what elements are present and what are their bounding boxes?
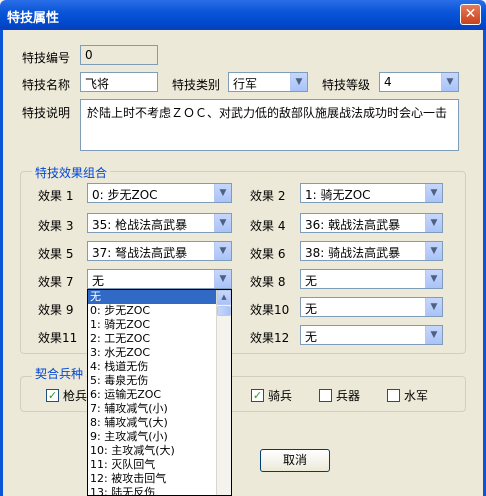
dropdown-scrollbar[interactable]: ▲ [216,290,231,495]
chevron-down-icon[interactable]: ▼ [425,214,442,232]
troops-group-title: 契合兵种 [32,365,87,382]
troop-checkbox-siege[interactable]: 兵器 [319,387,360,404]
chevron-down-icon[interactable]: ▼ [214,214,231,232]
effect-value: 无 [305,274,318,288]
dropdown-option[interactable]: 10: 主攻减气(大) [88,444,216,458]
name-field[interactable]: 飞将 [80,72,158,92]
id-field[interactable]: 0 [80,45,158,65]
effect-3-select[interactable]: 35: 枪战法高武暴 ▼ [87,213,232,233]
cancel-button[interactable]: 取消 [260,449,330,472]
effect-label: 效果10 [250,303,290,317]
effect-2-select[interactable]: 1: 骑无ZOC ▼ [300,183,443,203]
effect-label: 效果 1 [38,189,74,203]
effect-value: 37: 弩战法高武暴 [92,246,188,260]
effect-5-select[interactable]: 37: 弩战法高武暴 ▼ [87,241,232,261]
type-value: 行军 [233,77,258,91]
type-select[interactable]: 行军 ▼ [228,72,308,92]
effect-label: 效果12 [250,331,290,345]
dropdown-option[interactable]: 3: 水无ZOC [88,346,216,360]
effect-value: 无 [305,302,318,316]
effect-value: 1: 骑无ZOC [305,188,371,202]
effect-7-select[interactable]: 无 ▼ [87,269,232,289]
checkbox-icon[interactable] [387,389,400,402]
effect-label: 效果 4 [250,219,286,233]
dropdown-option[interactable]: 9: 主攻减气(小) [88,430,216,444]
close-button[interactable]: ✕ [460,4,481,25]
effect-6-select[interactable]: 38: 骑战法高武暴 ▼ [300,241,443,261]
dropdown-option[interactable]: 0: 步无ZOC [88,304,216,318]
checkbox-icon[interactable] [319,389,332,402]
effect-value: 无 [92,274,105,288]
effects-group-title: 特技效果组合 [32,164,111,181]
troop-checkbox-spear[interactable]: ✓ 枪兵 [46,387,87,404]
chevron-down-icon[interactable]: ▼ [214,270,231,288]
dropdown-options: 无 0: 步无ZOC 1: 骑无ZOC 2: 工无ZOC 3: 水无ZOC 4: 栈道无伤… [88,290,231,495]
level-select[interactable]: 4 ▼ [379,72,459,92]
scroll-up-icon[interactable]: ▲ [217,290,231,305]
effect-label: 效果 2 [250,189,286,203]
dropdown-option[interactable]: 7: 辅攻减气(小) [88,402,216,416]
effect-8-select[interactable]: 无 ▼ [300,269,443,289]
dropdown-option[interactable]: 12: 被攻击回气 [88,472,216,486]
dropdown-option[interactable]: 4: 栈道无伤 [88,360,216,374]
type-label: 特技类别 [172,78,221,92]
effect-12-select[interactable]: 无 ▼ [300,325,443,345]
chevron-down-icon[interactable]: ▼ [425,242,442,260]
effect-10-select[interactable]: 无 ▼ [300,297,443,317]
name-label: 特技名称 [22,78,71,92]
effect-1-select[interactable]: 0: 步无ZOC ▼ [87,183,232,203]
troop-label: 骑兵 [268,389,293,403]
troop-label: 枪兵 [63,389,88,403]
title-bar: 特技属性 ✕ [0,0,486,30]
checkbox-icon[interactable]: ✓ [46,389,59,402]
window-title: 特技属性 [7,11,60,26]
desc-field[interactable]: 於陆上时不考虑ＺＯＣ、对武力低的敌部队施展战法成功时会心一击 [80,99,459,151]
troop-checkbox-cavalry[interactable]: ✓ 骑兵 [251,387,292,404]
troop-label: 兵器 [336,389,361,403]
effect-value: 36: 戟战法高武暴 [305,218,401,232]
chevron-down-icon[interactable]: ▼ [214,242,231,260]
troop-checkbox-navy[interactable]: 水军 [387,387,428,404]
level-value: 4 [384,75,392,89]
dropdown-option[interactable]: 无 [88,290,216,304]
dropdown-option[interactable]: 8: 辅攻减气(大) [88,416,216,430]
dropdown-option[interactable]: 11: 灭队回气 [88,458,216,472]
chevron-down-icon[interactable]: ▼ [425,270,442,288]
effect-label: 效果 5 [38,247,74,261]
dropdown-option[interactable]: 2: 工无ZOC [88,332,216,346]
checkbox-icon[interactable]: ✓ [251,389,264,402]
effect-4-select[interactable]: 36: 戟战法高武暴 ▼ [300,213,443,233]
chevron-down-icon[interactable]: ▼ [214,184,231,202]
chevron-down-icon[interactable]: ▼ [425,326,442,344]
chevron-down-icon[interactable]: ▼ [425,184,442,202]
dropdown-option[interactable]: 13: 陆无反伤 [88,486,216,495]
chevron-down-icon[interactable]: ▼ [290,73,307,91]
chevron-down-icon[interactable]: ▼ [425,298,442,316]
level-label: 特技等级 [322,78,371,92]
effect-value: 0: 步无ZOC [92,188,158,202]
effect-value: 35: 枪战法高武暴 [92,218,188,232]
dropdown-option[interactable]: 6: 运输无ZOC [88,388,216,402]
effect-label: 效果11 [38,331,78,345]
chevron-down-icon[interactable]: ▼ [441,73,458,91]
id-label: 特技编号 [22,51,71,65]
effect-label: 效果 9 [38,303,74,317]
effect-label: 效果 6 [250,247,286,261]
scroll-thumb[interactable] [217,306,231,316]
effect-label: 效果 7 [38,275,74,289]
effect-label: 效果 3 [38,219,74,233]
desc-label: 特技说明 [22,106,71,120]
effect-value: 38: 骑战法高武暴 [305,246,401,260]
effect-value: 无 [305,330,318,344]
troop-label: 水军 [404,389,429,403]
effect-label: 效果 8 [250,275,286,289]
effect-7-dropdown-list[interactable]: 无 0: 步无ZOC 1: 骑无ZOC 2: 工无ZOC 3: 水无ZOC 4: 栈道无伤… [87,289,232,496]
dropdown-option[interactable]: 5: 毒泉无伤 [88,374,216,388]
dropdown-option[interactable]: 1: 骑无ZOC [88,318,216,332]
